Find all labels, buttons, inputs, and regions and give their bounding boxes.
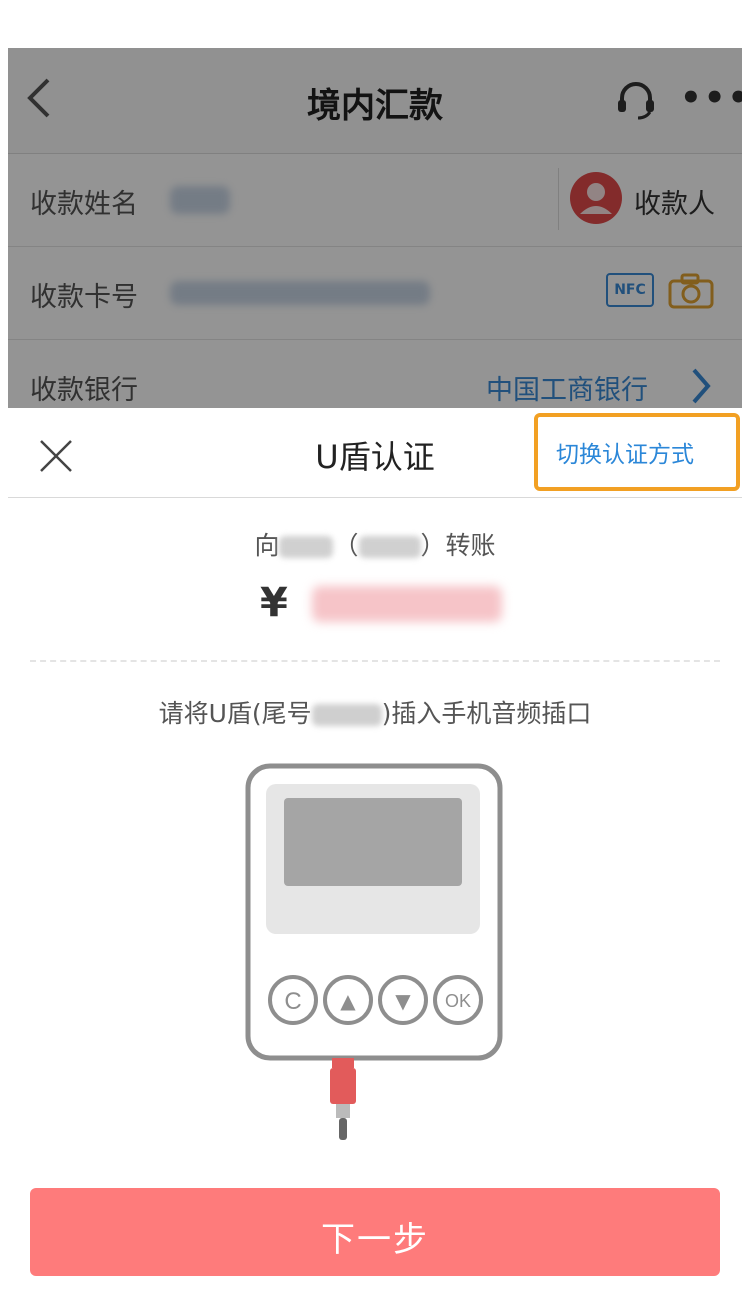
switch-auth-method-button[interactable]: 切换认证方式 — [534, 413, 740, 491]
device-key-down-label: ▼ — [395, 989, 411, 1013]
dim-overlay[interactable] — [8, 48, 742, 408]
instruction-suffix: )插入手机音频插口 — [381, 699, 592, 728]
device-screen — [284, 798, 462, 886]
next-step-label: 下一步 — [321, 1220, 429, 1260]
dashed-divider — [30, 660, 720, 662]
audio-plug-head — [330, 1068, 356, 1104]
sheet-header: U盾认证 切换认证方式 — [8, 408, 742, 498]
transfer-summary: 向 （ ）转账 — [8, 526, 742, 562]
audio-plug-sleeve — [336, 1104, 350, 1118]
audio-plug-cable — [332, 1058, 354, 1068]
amount-value-blurred — [312, 586, 502, 622]
ushield-sheet: U盾认证 切换认证方式 向 （ ）转账 ¥ 请将U盾(尾号 )插入手机音频插口 C ▲… — [8, 408, 742, 1301]
currency-symbol: ¥ — [260, 580, 288, 626]
transfer-open-paren: （ — [333, 531, 359, 560]
next-step-button[interactable]: 下一步 — [30, 1188, 720, 1276]
audio-plug — [330, 1058, 356, 1140]
device-key-ok-label: OK — [445, 991, 471, 1011]
audio-plug-tip — [339, 1118, 347, 1140]
transfer-prefix: 向 — [254, 531, 280, 560]
ushield-device-illustration: C ▲ ▼ OK — [245, 763, 503, 1140]
recipient-name-blurred — [279, 536, 334, 558]
transfer-close-paren: ） — [420, 531, 446, 560]
insert-instruction: 请将U盾(尾号 )插入手机音频插口 — [8, 694, 742, 730]
device-key-c-label: C — [284, 988, 301, 1015]
instruction-prefix: 请将U盾(尾号 — [158, 699, 312, 728]
switch-auth-method-label: 切换认证方式 — [556, 442, 694, 468]
ushield-serial-blurred — [311, 704, 382, 726]
device-key-up-label: ▲ — [340, 989, 356, 1013]
recipient-account-blurred — [358, 536, 421, 558]
transfer-suffix: 转账 — [445, 531, 496, 560]
